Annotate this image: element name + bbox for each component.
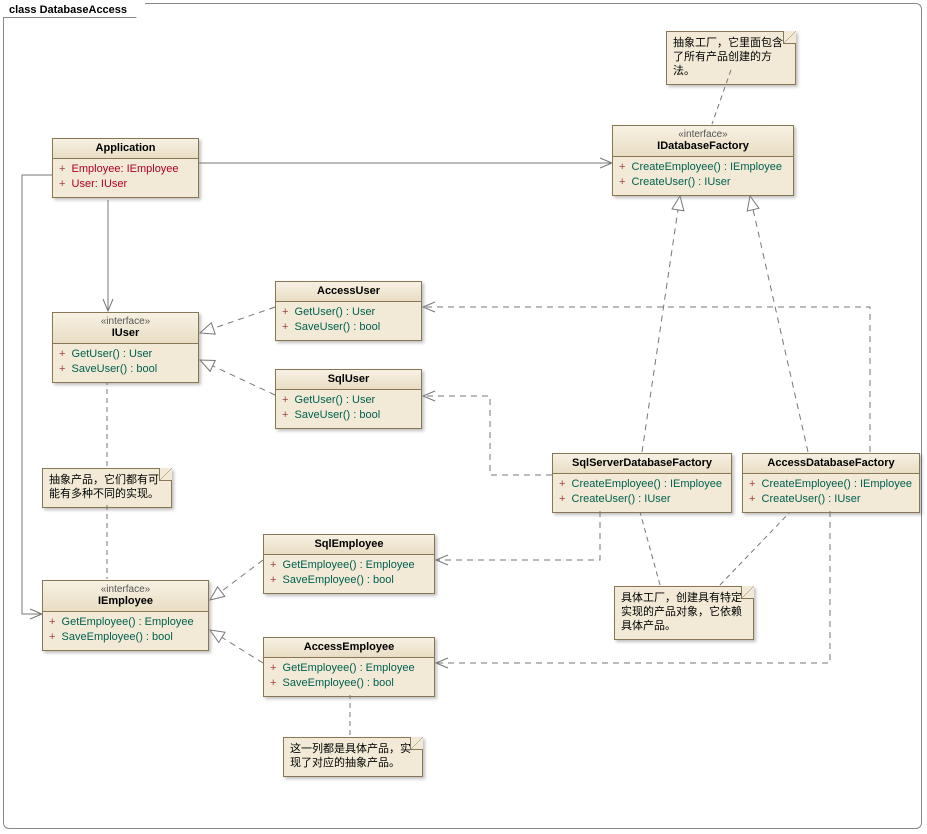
class-title: AccessDatabaseFactory [747,457,915,469]
op: CreateUser() : IUser [762,493,861,505]
op: GetUser() : User [295,394,376,406]
class-title: AccessEmployee [268,641,430,653]
class-title: SqlEmployee [268,538,430,550]
class-title: SqlServerDatabaseFactory [557,457,727,469]
op: SaveUser() : bool [295,409,381,421]
class-title: IUser [57,327,194,339]
attr: User: IUser [72,178,128,190]
stereotype: «interface» [47,584,204,595]
note-concrete-product: 这一列都是具体产品，实现了对应的抽象产品。 [283,737,423,777]
class-title: IEmployee [47,595,204,607]
op: GetUser() : User [72,348,153,360]
op: SaveUser() : bool [72,363,158,375]
op: CreateUser() : IUser [572,493,671,505]
op: CreateEmployee() : IEmployee [762,478,912,490]
frame-title: class DatabaseAccess [3,3,146,18]
op: CreateUser() : IUser [632,176,731,188]
op: SaveEmployee() : bool [62,631,173,643]
op: SaveEmployee() : bool [283,574,394,586]
attr: Employee: IEmployee [72,163,179,175]
class-accessdatabasefactory: AccessDatabaseFactory + CreateEmployee()… [742,453,920,513]
op: GetUser() : User [295,306,376,318]
class-accessemployee: AccessEmployee + GetEmployee() : Employe… [263,637,435,697]
class-sqlserverdatabasefactory: SqlServerDatabaseFactory + CreateEmploye… [552,453,732,513]
stereotype: «interface» [57,316,194,327]
stereotype: «interface» [617,129,789,140]
note-abstract-product: 抽象产品，它们都有可能有多种不同的实现。 [42,468,172,508]
op: GetEmployee() : Employee [62,616,194,628]
class-sqluser: SqlUser + GetUser() : User + SaveUser() … [275,369,422,429]
class-sqlemployee: SqlEmployee + GetEmployee() : Employee +… [263,534,435,594]
op: SaveUser() : bool [295,321,381,333]
class-title: AccessUser [280,285,417,297]
op: CreateEmployee() : IEmployee [572,478,722,490]
class-title: SqlUser [280,373,417,385]
op: GetEmployee() : Employee [283,559,415,571]
interface-idatabasefactory: «interface» IDatabaseFactory + CreateEmp… [612,125,794,196]
class-accessuser: AccessUser + GetUser() : User + SaveUser… [275,281,422,341]
op: CreateEmployee() : IEmployee [632,161,782,173]
note-abstract-factory: 抽象工厂，它里面包含了所有产品创建的方法。 [666,31,796,85]
class-title: Application [57,142,194,154]
interface-iuser: «interface» IUser + GetUser() : User + S… [52,312,199,383]
note-concrete-factory: 具体工厂，创建具有特定实现的产品对象，它依赖具体产品。 [614,586,754,640]
interface-iemployee: «interface» IEmployee + GetEmployee() : … [42,580,209,651]
class-application: Application + Employee: IEmployee + User… [52,138,199,198]
op: SaveEmployee() : bool [283,677,394,689]
op: GetEmployee() : Employee [283,662,415,674]
class-title: IDatabaseFactory [617,140,789,152]
